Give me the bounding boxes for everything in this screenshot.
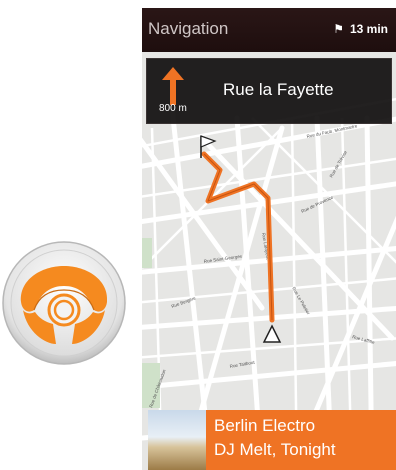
- phone-screen: Rue du Faub. Montmartre Rue de Provence …: [142, 8, 396, 470]
- page-title: Navigation: [148, 19, 229, 38]
- event-subtitle: DJ Melt, Tonight: [214, 440, 336, 459]
- turn-street-name: Rue la Fayette: [223, 80, 334, 99]
- app-header: Navigation ⚑ 13 min: [142, 8, 396, 52]
- event-title: Berlin Electro: [214, 416, 316, 435]
- event-thumbnail: [148, 410, 206, 470]
- steering-wheel-icon: [2, 241, 126, 365]
- turn-instruction-card[interactable]: 800 m Rue la Fayette: [146, 58, 392, 124]
- turn-distance: 800 m: [159, 103, 187, 114]
- eta-value: 13 min: [349, 22, 388, 36]
- arrow-up-icon: [162, 67, 184, 105]
- flag-icon: ⚑: [333, 22, 344, 36]
- eta-display: ⚑ 13 min: [333, 22, 388, 36]
- event-notification-card[interactable]: Berlin Electro DJ Melt, Tonight: [148, 410, 396, 470]
